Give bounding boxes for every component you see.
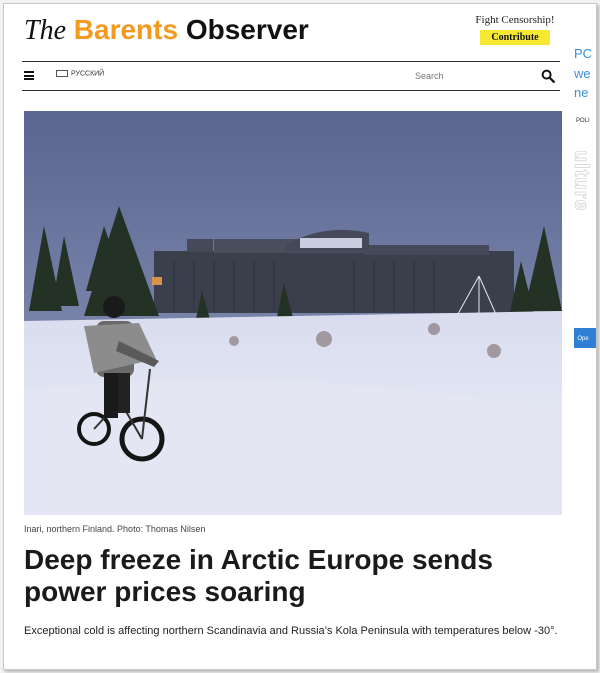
side-text-line: PC bbox=[574, 46, 593, 61]
fight-censorship-text: Fight Censorship! bbox=[475, 14, 555, 26]
logo-the: The bbox=[24, 15, 66, 46]
logo-barents: Barents bbox=[73, 14, 179, 45]
contribute-button[interactable]: Contribute bbox=[480, 30, 550, 45]
side-text-line: ne bbox=[574, 85, 589, 100]
side-vertical-text: ulture bbox=[570, 150, 593, 212]
menu-icon[interactable] bbox=[24, 71, 34, 80]
flag-icon bbox=[56, 70, 68, 77]
article-subheadline: Exceptional cold is affecting northern S… bbox=[24, 625, 558, 637]
side-ad-strip: PC we ne POLI ulture Ope bbox=[564, 32, 596, 669]
article-photo bbox=[24, 111, 562, 515]
side-open-button[interactable]: Ope bbox=[574, 328, 596, 348]
side-small-label: POLI bbox=[576, 118, 590, 124]
article-headline: Deep freeze in Arctic Europe sends power… bbox=[24, 544, 493, 607]
language-link[interactable]: РУССКИЙ bbox=[56, 70, 104, 77]
nav-bar: РУССКИЙ bbox=[22, 61, 560, 91]
side-text-line: we bbox=[574, 66, 591, 81]
browser-frame: The Barents Observer Fight Censorship! C… bbox=[3, 3, 597, 670]
search-input[interactable] bbox=[415, 69, 515, 83]
logo-observer: Observer bbox=[185, 14, 309, 45]
site-logo[interactable]: The Barents Observer bbox=[24, 12, 309, 48]
search-icon[interactable] bbox=[541, 69, 555, 83]
image-caption: Inari, northern Finland. Photo: Thomas N… bbox=[24, 524, 206, 534]
language-label: РУССКИЙ bbox=[71, 70, 105, 78]
